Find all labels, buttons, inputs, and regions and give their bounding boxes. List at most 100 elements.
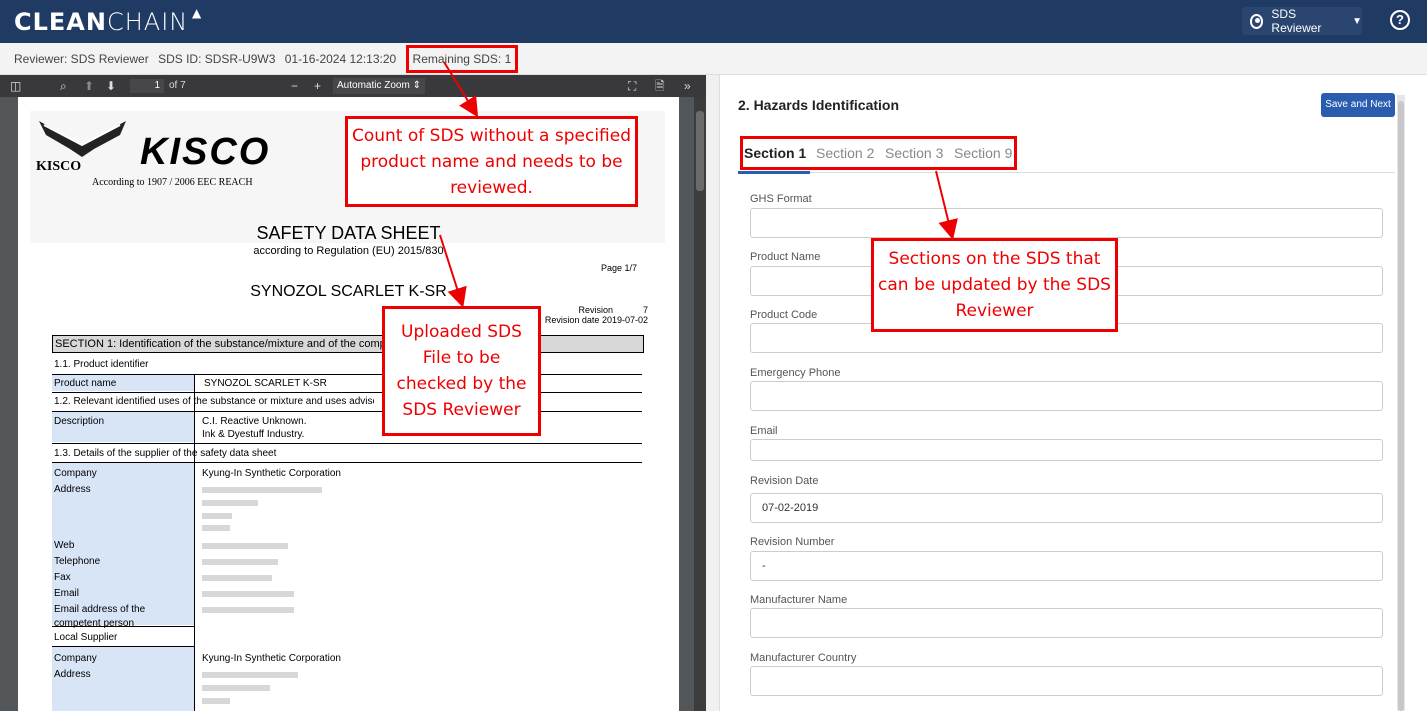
manufacturer-country-field[interactable] — [750, 666, 1383, 696]
pdf-viewer-toolbar: ◫ ⌕ ⬆ ⬇ 1 of 7 − + Automatic Zoom ⇕ ⛶ 🗎 … — [0, 75, 706, 97]
review-info-bar: Reviewer: SDS Reviewer SDS ID: SDSR-U9W3… — [0, 43, 1427, 75]
panel-scrollbar[interactable] — [1397, 95, 1405, 711]
pdf-scrollbar[interactable] — [694, 97, 706, 711]
supplier-details-heading: 1.3. Details of the supplier of the safe… — [54, 448, 277, 459]
sds-id: SDS ID: SDSR-U9W3 — [158, 52, 276, 66]
divider — [52, 626, 194, 627]
next-page-icon[interactable]: ⬇ — [106, 79, 116, 93]
product-identifier-heading: 1.1. Product identifier — [54, 359, 149, 370]
revision-date-field-label: Revision Date — [750, 475, 819, 487]
redacted-text — [202, 559, 278, 565]
revision-number-label: Revision Number — [750, 536, 835, 548]
product-name-label: Product name — [54, 378, 117, 389]
company2-value: Kyung-In Synthetic Corporation — [202, 653, 341, 664]
divider — [52, 443, 642, 444]
user-menu-label: SDS Reviewer — [1271, 7, 1322, 35]
table-column-divider — [194, 375, 195, 711]
revision-date-value: 2019-07-02 — [601, 315, 648, 325]
product-code-label: Product Code — [750, 309, 818, 321]
company2-label: Company — [54, 653, 97, 664]
callout-remaining-sds: Count of SDS without a specified product… — [345, 116, 638, 207]
sds-subtitle: according to Regulation (EU) 2015/830 — [253, 245, 444, 257]
help-icon[interactable]: ? — [1390, 10, 1410, 30]
section1-heading: SECTION 1: Identification of the substan… — [52, 335, 644, 353]
pdf-product-title: SYNOZOL SCARLET K-SR — [250, 283, 447, 300]
email-field-label: Email — [750, 425, 778, 437]
panel-title: 2. Hazards Identification — [738, 97, 900, 113]
company-small-logo: KISCO — [36, 159, 82, 174]
product-name-field-label: Product Name — [750, 251, 821, 263]
ghs-format-field[interactable] — [750, 208, 1383, 238]
competent-person-label-1: Email address of the — [54, 604, 146, 615]
kisco-emblem-icon — [39, 121, 126, 157]
cleanchain-logo[interactable]: CLEANCHAIN ▲ — [14, 6, 201, 36]
divider — [52, 392, 642, 393]
more-tools-button[interactable]: » — [684, 79, 691, 93]
web-label: Web — [54, 540, 75, 551]
redacted-text — [202, 685, 270, 691]
remaining-sds-count: Remaining SDS: 1 — [405, 45, 519, 73]
zoom-value: Automatic Zoom — [337, 80, 410, 91]
redacted-text — [202, 513, 232, 519]
revision-block: Revision 7 Revision date 2019-07-02 — [538, 305, 648, 325]
revision-date-label: Revision date — [544, 315, 600, 325]
save-and-next-button[interactable]: Save and Next — [1321, 93, 1395, 117]
sidebar-toggle-icon[interactable]: ◫ — [10, 79, 21, 93]
pdf-page-number: Page 1/7 — [601, 263, 638, 273]
address-label: Address — [54, 484, 91, 495]
redacted-text — [202, 575, 272, 581]
manufacturer-country-label: Manufacturer Country — [750, 652, 857, 664]
revision-date-field[interactable]: 07-02-2019 — [750, 493, 1383, 523]
top-navigation-bar: CLEANCHAIN ▲ SDS Reviewer ▼ ? — [0, 0, 1427, 43]
redacted-text — [202, 672, 298, 678]
tabs-highlight-box — [740, 136, 1017, 170]
description-label: Description — [54, 416, 105, 427]
email-label: Email — [54, 588, 80, 599]
revision-label: Revision — [578, 305, 613, 315]
ghs-format-label: GHS Format — [750, 193, 812, 205]
emergency-phone-field[interactable] — [750, 381, 1383, 411]
competent-person-label-2: competent person — [54, 618, 135, 629]
chevron-down-icon: ▼ — [1352, 15, 1362, 27]
product-name-value: SYNOZOL SCARLET K-SR — [204, 378, 327, 389]
address2-label: Address — [54, 669, 91, 680]
callout-sections: Sections on the SDS that can be updated … — [871, 238, 1118, 332]
redacted-text — [202, 607, 294, 613]
previous-page-icon[interactable]: ⬆ — [84, 79, 94, 93]
reviewer-label: Reviewer: SDS Reviewer — [14, 52, 149, 66]
zoom-out-button[interactable]: − — [291, 79, 298, 93]
revision-value: 7 — [642, 305, 648, 315]
local-supplier-label: Local Supplier — [54, 632, 118, 643]
page-total: of 7 — [169, 80, 186, 91]
revision-number-field[interactable]: - — [750, 551, 1383, 581]
page-number-input[interactable]: 1 — [130, 79, 164, 93]
active-tab-indicator — [738, 171, 810, 174]
download-icon[interactable]: 🗎 — [655, 79, 665, 93]
redacted-text — [202, 591, 294, 597]
zoom-select[interactable]: Automatic Zoom ⇕ — [333, 78, 425, 94]
telephone-label: Telephone — [54, 556, 101, 567]
fullscreen-icon[interactable]: ⛶ — [628, 79, 636, 93]
email-field[interactable] — [750, 439, 1383, 461]
fax-label: Fax — [54, 572, 71, 583]
redacted-text — [202, 525, 230, 531]
review-timestamp: 01-16-2024 12:13:20 — [284, 52, 397, 66]
manufacturer-name-label: Manufacturer Name — [750, 594, 848, 606]
panel-resize-handle[interactable] — [706, 75, 720, 711]
redacted-text — [202, 698, 230, 704]
sds-title: SAFETY DATA SHEET — [256, 223, 441, 243]
emergency-phone-label: Emergency Phone — [750, 367, 841, 379]
panel-scrollbar-thumb[interactable] — [1398, 101, 1404, 711]
redacted-text — [202, 543, 288, 549]
zoom-in-button[interactable]: + — [314, 79, 321, 93]
company-label: Company — [54, 468, 97, 479]
redacted-text — [202, 500, 258, 506]
reach-note: According to 1907 / 2006 EEC REACH — [92, 177, 253, 188]
description-line-2: Ink & Dyestuff Industry. — [202, 429, 305, 440]
search-icon[interactable]: ⌕ — [60, 79, 67, 93]
pdf-scrollbar-thumb[interactable] — [696, 111, 704, 191]
company-value: Kyung-In Synthetic Corporation — [202, 468, 341, 479]
redacted-text — [202, 487, 322, 493]
user-menu-dropdown[interactable]: SDS Reviewer ▼ — [1242, 7, 1362, 35]
manufacturer-name-field[interactable] — [750, 608, 1383, 638]
